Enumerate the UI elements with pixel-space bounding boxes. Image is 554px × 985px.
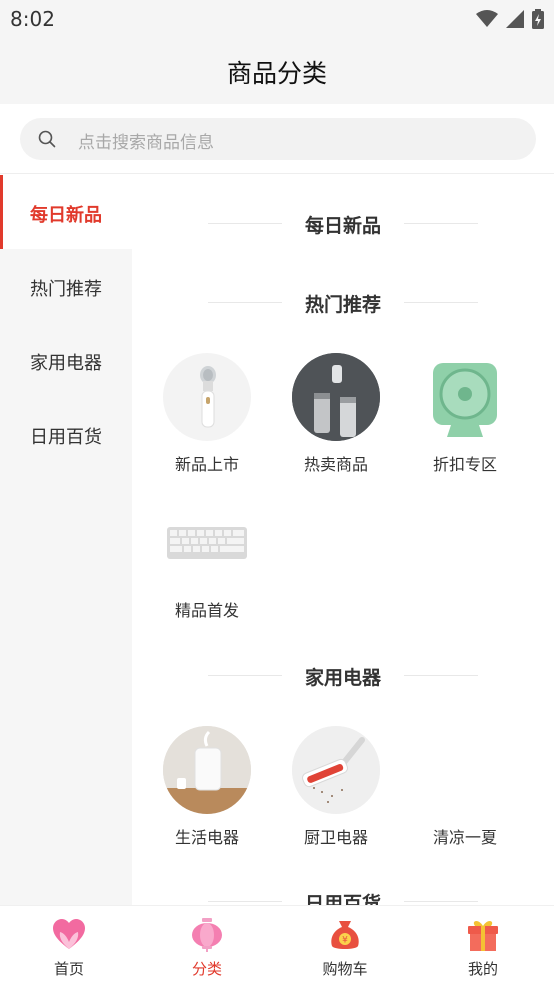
battery-icon (532, 9, 544, 29)
sidebar-item-daily-goods[interactable]: 日用百货 (0, 397, 132, 471)
category-item-kitchen-bath[interactable]: 厨卫电器 (271, 726, 401, 856)
category-item-label: 热卖商品 (303, 455, 368, 474)
sidebar-item-daily-new[interactable]: 每日新品 (0, 175, 132, 249)
tab-label: 分类 (191, 960, 222, 978)
category-item-hot-sale[interactable]: 热卖商品 (271, 353, 401, 483)
thermos-cups-image (292, 353, 380, 441)
category-item-summer-cool[interactable]: 清凉一夏 (400, 726, 530, 856)
status-time: 8:02 (10, 7, 55, 31)
tab-category[interactable]: 分类 (138, 906, 276, 985)
heart-icon (53, 919, 85, 949)
category-item-label: 精品首发 (174, 601, 239, 620)
summer-cool-image (421, 726, 509, 814)
status-bar: 8:02 (0, 0, 554, 38)
desk-fan-image (421, 353, 509, 441)
section-title-daily-new: 每日新品 (132, 209, 554, 237)
search-icon (38, 130, 56, 148)
section-title-text: 热门推荐 (304, 294, 381, 316)
category-item-premium[interactable]: 精品首发 (142, 499, 272, 629)
cleansing-brush-image (163, 353, 251, 441)
section-title-text: 日用百货 (304, 893, 381, 905)
page-title: 商品分类 (226, 59, 327, 88)
section-title-daily-goods: 日用百货 (132, 887, 554, 905)
tab-label: 购物车 (322, 960, 368, 978)
tab-home[interactable]: 首页 (0, 906, 138, 985)
status-icons (476, 8, 544, 30)
tab-mine[interactable]: 我的 (414, 906, 552, 985)
sidebar-item-label: 热门推荐 (30, 279, 102, 300)
category-content: 每日新品 热门推荐 新品上市 热卖商品 折扣专区 精品首发 家用电器 生活电器 … (132, 175, 554, 905)
lantern-icon (192, 918, 222, 952)
money-bag-icon: ¥ (331, 921, 359, 949)
section-title-hot: 热门推荐 (132, 288, 554, 316)
category-sidebar: 每日新品 热门推荐 家用电器 日用百货 (0, 175, 132, 905)
category-item-label: 折扣专区 (432, 455, 497, 474)
category-item-label: 清凉一夏 (432, 828, 497, 847)
category-item-discount[interactable]: 折扣专区 (400, 353, 530, 483)
bottom-tab-bar: 首页 分类 ¥ 购物车 我的 (0, 905, 554, 985)
search-input[interactable]: 点击搜索商品信息 (20, 118, 536, 160)
divider (404, 675, 478, 676)
section-title-appliances: 家用电器 (132, 661, 554, 689)
divider (404, 302, 478, 303)
divider (404, 901, 478, 902)
sidebar-item-hot[interactable]: 热门推荐 (0, 249, 132, 323)
sidebar-item-label: 每日新品 (30, 205, 102, 226)
category-item-new-arrivals[interactable]: 新品上市 (142, 353, 272, 483)
tab-cart[interactable]: ¥ 购物车 (276, 906, 414, 985)
gift-icon (468, 921, 498, 951)
active-indicator (0, 175, 3, 249)
keyboard-image (163, 499, 251, 587)
svg-text:¥: ¥ (342, 936, 348, 946)
vacuum-brush-image (292, 726, 380, 814)
tab-label: 我的 (467, 960, 498, 978)
category-item-label: 厨卫电器 (303, 828, 368, 847)
section-title-text: 每日新品 (304, 215, 381, 237)
category-item-label: 生活电器 (174, 828, 239, 847)
humidifier-image (163, 726, 251, 814)
divider (404, 223, 478, 224)
section-title-text: 家用电器 (304, 667, 381, 689)
search-bar: 点击搜索商品信息 (0, 104, 554, 174)
tab-label: 首页 (53, 960, 84, 978)
category-item-label: 新品上市 (174, 455, 239, 474)
wifi-icon (476, 10, 498, 27)
category-item-living-appliances[interactable]: 生活电器 (142, 726, 272, 856)
sidebar-item-appliances[interactable]: 家用电器 (0, 323, 132, 397)
header: 商品分类 (0, 38, 554, 104)
sidebar-item-label: 家用电器 (30, 353, 102, 374)
signal-icon (506, 10, 524, 28)
sidebar-item-label: 日用百货 (30, 427, 102, 448)
search-placeholder: 点击搜索商品信息 (78, 133, 214, 153)
